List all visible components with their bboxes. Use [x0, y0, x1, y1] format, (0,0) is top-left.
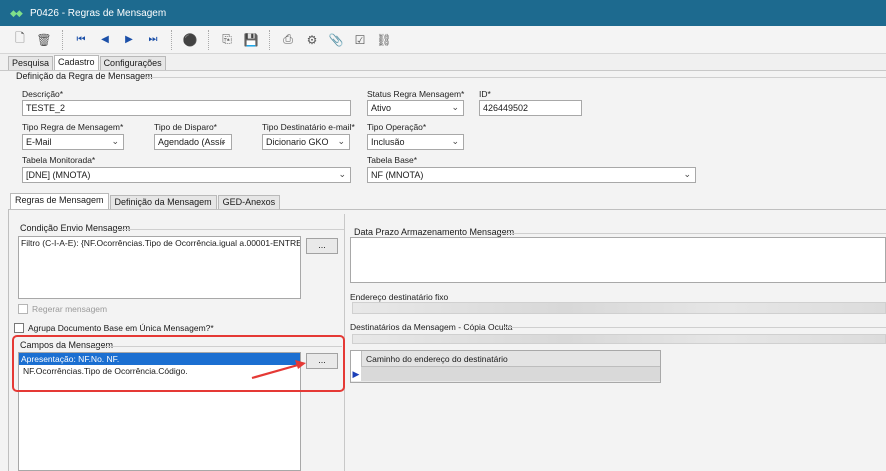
tabela-base-value: NF (MNOTA) [371, 170, 424, 180]
tabela-monitorada-value: [DNE] (MNOTA) [26, 170, 91, 180]
trash-icon[interactable]: 🗑 [34, 30, 54, 50]
definition-group-title: Definição da Regra de Mensagem [16, 71, 153, 81]
tabela-base-label: Tabela Base* [367, 155, 418, 165]
grid-area-background [350, 383, 886, 471]
tab-definicao-da-mensagem[interactable]: Definição da Mensagem [109, 195, 217, 209]
tipo-operacao-select[interactable]: Inclusão ⌄ [367, 134, 464, 150]
agrupa-checkbox[interactable]: Agrupa Documento Base em Única Mensagem?… [14, 323, 214, 333]
inner-tabs: Regras de Mensagem Definição da Mensagem… [10, 193, 281, 209]
tipo-regra-label: Tipo Regra de Mensagem* [22, 122, 124, 132]
app-icon: ◆◆ [10, 8, 23, 18]
confirm-icon[interactable]: ☑ [350, 30, 370, 50]
id-input[interactable]: 426449502 [479, 100, 582, 116]
data-prazo-title: Data Prazo Armazenamento Mensagem [354, 227, 515, 237]
print-icon[interactable]: ⎙ [278, 30, 298, 50]
descricao-label: Descrição* [22, 89, 64, 99]
toolbar-separator [62, 29, 63, 50]
condicao-text: Filtro (C-I-A-E): {NF.Ocorrências.Tipo d… [21, 238, 301, 248]
toolbar-separator [269, 29, 270, 50]
tipo-operacao-label: Tipo Operação* [367, 122, 427, 132]
tipo-disparo-select[interactable]: Agendado (Assír ⌄ [154, 134, 232, 150]
status-label: Status Regra Mensagem* [367, 89, 465, 99]
condicao-line [114, 229, 344, 230]
chevron-down-icon: ⌄ [451, 102, 459, 112]
main-tabs: Pesquisa Cadastro Configurações [8, 55, 167, 70]
chevron-down-icon: ⌄ [111, 136, 119, 146]
new-document-icon[interactable]: 🗋 [10, 30, 30, 50]
tab-cadastro[interactable]: Cadastro [54, 55, 99, 70]
id-label: ID* [479, 89, 491, 99]
row-indicator-icon: ▶ [351, 367, 361, 381]
tipo-operacao-value: Inclusão [371, 137, 405, 147]
first-record-icon[interactable]: ⏮ [71, 30, 91, 50]
endereco-fixo-label: Endereço destinatário fixo [350, 292, 449, 302]
checkbox-box [14, 323, 24, 333]
agrupa-label: Agrupa Documento Base em Única Mensagem?… [28, 323, 214, 333]
condicao-title: Condição Envio Mensagem [20, 223, 131, 233]
tab-ged-anexos[interactable]: GED-Anexos [217, 195, 281, 209]
tipo-destinatario-select[interactable]: Dicionario GKO ⌄ [262, 134, 350, 150]
toolbar: 🗋 🗑 ⏮ ◀ ▶ ⏭ ⚫ ⎘ 💾 ⎙ ⚙ 📎 ☑ ⛓ [0, 26, 886, 54]
tab-configuracoes[interactable]: Configurações [99, 56, 166, 70]
copy-icon[interactable]: ⎘ [217, 30, 237, 50]
grid-row[interactable] [361, 367, 660, 381]
condicao-edit-button[interactable]: ... [306, 238, 338, 254]
chevron-down-icon: ⌄ [338, 169, 346, 179]
attach-icon[interactable]: 📎 [326, 30, 346, 50]
title-bar: ◆◆ P0426 - Regras de Mensagem [0, 0, 886, 26]
data-prazo-line [498, 233, 886, 234]
destinatarios-grid[interactable]: Caminho do endereço do destinatário ▶ [350, 350, 661, 383]
tabela-monitorada-select[interactable]: [DNE] (MNOTA) ⌄ [22, 167, 351, 183]
next-record-icon[interactable]: ▶ [119, 30, 139, 50]
tab-regras-de-mensagem[interactable]: Regras de Mensagem [10, 193, 109, 209]
checkbox-box [18, 304, 28, 314]
regerar-label: Regerar mensagem [32, 304, 108, 314]
destinatarios-line [504, 327, 886, 328]
status-value: Ativo [371, 103, 392, 113]
toolbar-separator [171, 29, 172, 50]
tipo-disparo-value: Agendado (Assír [158, 137, 226, 147]
descricao-input[interactable]: TESTE_2 [22, 100, 351, 116]
chevron-down-icon: ⌄ [451, 136, 459, 146]
toolbar-separator [208, 29, 209, 50]
settings-icon[interactable]: ⚙ [302, 30, 322, 50]
data-prazo-box[interactable] [350, 237, 886, 283]
save-icon[interactable]: 💾 [241, 30, 261, 50]
destinatarios-field[interactable] [352, 334, 886, 344]
tipo-regra-select[interactable]: E-Mail ⌄ [22, 134, 124, 150]
chevron-down-icon: ⌄ [683, 169, 691, 179]
window-title: P0426 - Regras de Mensagem [30, 7, 167, 19]
destinatarios-label: Destinatários da Mensagem - Cópia Oculta [350, 322, 513, 332]
tabela-monitorada-label: Tabela Monitorada* [22, 155, 96, 165]
grid-empty-area [351, 381, 660, 382]
tipo-regra-value: E-Mail [26, 137, 52, 147]
annotation-arrow-icon [251, 360, 306, 380]
endereco-fixo-field[interactable] [352, 302, 886, 314]
definition-group-line [142, 77, 886, 78]
regerar-checkbox[interactable]: Regerar mensagem [18, 304, 107, 314]
tab-pesquisa[interactable]: Pesquisa [8, 56, 54, 70]
status-select[interactable]: Ativo ⌄ [367, 100, 464, 116]
chevron-down-icon: ⌄ [337, 136, 345, 146]
link-icon[interactable]: ⛓ [374, 30, 394, 50]
previous-record-icon[interactable]: ◀ [95, 30, 115, 50]
tipo-destinatario-value: Dicionario GKO [266, 137, 329, 147]
tipo-destinatario-label: Tipo Destinatário e-mail* [262, 122, 355, 132]
last-record-icon[interactable]: ⏭ [143, 30, 163, 50]
chevron-down-icon: ⌄ [219, 136, 227, 146]
grid-header-caminho[interactable]: Caminho do endereço do destinatário [361, 351, 660, 367]
condicao-textbox[interactable]: Filtro (C-I-A-E): {NF.Ocorrências.Tipo d… [18, 236, 301, 299]
execute-icon[interactable]: ⚫ [180, 30, 200, 50]
tabela-base-select[interactable]: NF (MNOTA) ⌄ [367, 167, 696, 183]
tipo-disparo-label: Tipo de Disparo* [154, 122, 217, 132]
